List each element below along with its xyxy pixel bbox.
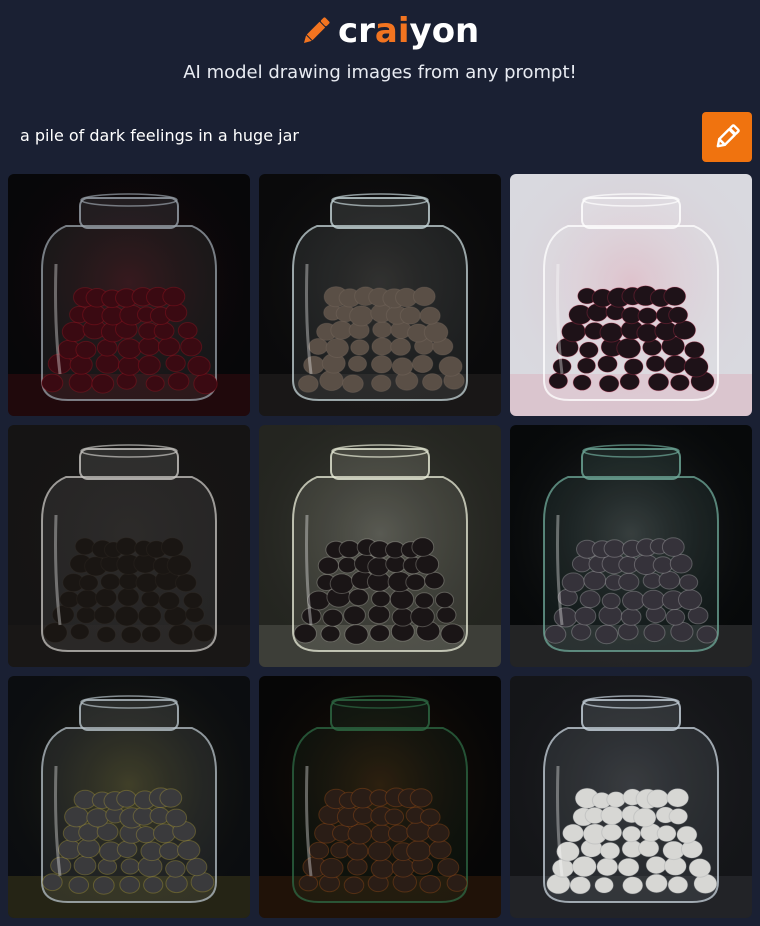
generated-image-tile[interactable]: [510, 425, 752, 667]
jar-image: [510, 676, 752, 918]
prompt-row: [0, 110, 760, 162]
jar-image: [259, 174, 501, 416]
pencil-icon: [303, 17, 330, 44]
jar-image: [259, 425, 501, 667]
generated-image-tile[interactable]: [259, 425, 501, 667]
craiyon-logo[interactable]: craiyon: [298, 8, 479, 54]
jar-image: [510, 174, 752, 416]
pencil-icon: [716, 124, 740, 148]
generated-image-tile[interactable]: [259, 174, 501, 416]
jar-image: [8, 676, 250, 918]
image-grid: [8, 174, 752, 918]
draw-button[interactable]: [702, 112, 752, 162]
generated-image-tile[interactable]: [259, 676, 501, 918]
jar-image: [510, 425, 752, 667]
header: craiyon AI model drawing images from any…: [0, 0, 760, 100]
generated-image-tile[interactable]: [510, 174, 752, 416]
jar-image: [8, 425, 250, 667]
jar-image: [259, 676, 501, 918]
generated-image-tile[interactable]: [8, 676, 250, 918]
jar-image: [8, 174, 250, 416]
logo-text: craiyon: [338, 11, 480, 51]
prompt-input[interactable]: [8, 114, 694, 156]
generated-image-tile[interactable]: [8, 425, 250, 667]
generated-image-tile[interactable]: [8, 174, 250, 416]
tagline: AI model drawing images from any prompt!: [183, 62, 577, 83]
generated-image-tile[interactable]: [510, 676, 752, 918]
